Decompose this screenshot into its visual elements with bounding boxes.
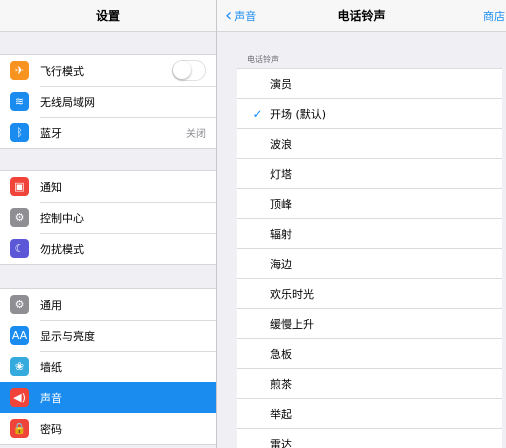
sidebar-item[interactable]: ▣ 通知 — [0, 171, 216, 202]
ringtone-name: 缓慢上升 — [270, 317, 314, 331]
ringtone-item[interactable]: 急板 — [237, 339, 502, 369]
do-not-disturb-icon: ☾ — [10, 239, 29, 258]
sidebar-title: 设置 — [95, 9, 120, 23]
sidebar-item-label: 控制中心 — [40, 211, 84, 225]
ringtone-item[interactable]: 海边 — [237, 249, 502, 279]
sidebar-item-label: 墙纸 — [40, 360, 62, 374]
sidebar-item[interactable]: AA 显示与亮度 — [0, 320, 216, 351]
ringtone-name: 海边 — [270, 257, 292, 271]
store-button[interactable]: 商店 — [483, 0, 505, 32]
sidebar-item[interactable]: ᛒ 蓝牙 关闭 — [0, 117, 216, 148]
sidebar-item-label: 飞行模式 — [40, 64, 84, 78]
sidebar-item[interactable]: ☾ 勿扰模式 — [0, 233, 216, 264]
ringtone-item[interactable]: 波浪 — [237, 129, 502, 159]
ringtone-name: 顶峰 — [270, 197, 292, 211]
ringtone-item[interactable]: 缓慢上升 — [237, 309, 502, 339]
ringtone-list: 演员 ✓ 开场 (默认) 波浪灯塔顶峰辐射海边欢乐时光缓慢上升急板煎茶举起雷达 — [237, 68, 502, 448]
ringtone-name: 煎茶 — [270, 377, 292, 391]
ringtone-item[interactable]: 顶峰 — [237, 189, 502, 219]
ringtone-header: ‹ 声音 电话铃声 商店 — [217, 0, 506, 32]
settings-group: ✈ 飞行模式 ≋ 无线局域网 ᛒ 蓝牙 关闭 — [0, 54, 216, 149]
back-label: 声音 — [234, 10, 257, 23]
wallpaper-icon: ❀ — [10, 357, 29, 376]
ringtone-name: 雷达 — [270, 437, 292, 448]
ringtone-item[interactable]: 辐射 — [237, 219, 502, 249]
checkmark-icon: ✓ — [252, 106, 263, 121]
ringtone-name: 辐射 — [270, 227, 292, 241]
ringtone-name: 开场 (默认) — [270, 107, 327, 121]
ringtone-item[interactable]: 煎茶 — [237, 369, 502, 399]
sidebar-item-label: 密码 — [40, 422, 62, 436]
ringtone-item[interactable]: 举起 — [237, 399, 502, 429]
ringtone-name: 灯塔 — [270, 167, 292, 181]
wifi-icon: ≋ — [10, 92, 29, 111]
settings-group: ⚙ 通用 AA 显示与亮度 ❀ 墙纸 ◀) 声音 🔒 密码 — [0, 288, 216, 445]
sidebar-item-label: 通知 — [40, 180, 62, 194]
airplane-icon: ✈ — [10, 61, 29, 80]
chevron-left-icon: ‹ — [225, 5, 233, 26]
sidebar-item[interactable]: ❀ 墙纸 — [0, 351, 216, 382]
sidebar-item[interactable]: ◀) 声音 — [0, 382, 216, 413]
control-center-icon: ⚙ — [10, 208, 29, 227]
sidebar-item-label: 勿扰模式 — [40, 242, 84, 256]
notifications-icon: ▣ — [10, 177, 29, 196]
sidebar-item-label: 蓝牙 — [40, 126, 62, 140]
ringtone-item[interactable]: 灯塔 — [237, 159, 502, 189]
ringtone-name: 演员 — [270, 77, 292, 91]
sidebar-item-label: 显示与亮度 — [40, 329, 95, 343]
sidebar-item-label: 无线局域网 — [40, 95, 95, 109]
ringtone-name: 举起 — [270, 407, 292, 421]
page-title: 电话铃声 — [337, 9, 386, 23]
sidebar-item-label: 声音 — [40, 391, 62, 405]
airplane-mode-toggle[interactable] — [172, 60, 206, 81]
sidebar-item[interactable]: 🔒 密码 — [0, 413, 216, 444]
sidebar-item[interactable]: ⚙ 控制中心 — [0, 202, 216, 233]
general-icon: ⚙ — [10, 295, 29, 314]
ringtone-item[interactable]: ✓ 开场 (默认) — [237, 99, 502, 129]
ringtone-item[interactable]: 欢乐时光 — [237, 279, 502, 309]
back-button[interactable]: ‹ 声音 — [225, 0, 256, 32]
ringtone-name: 波浪 — [270, 137, 292, 151]
ringtone-name: 急板 — [270, 347, 292, 361]
sidebar-item-label: 通用 — [40, 298, 62, 312]
sidebar-item-value: 关闭 — [186, 129, 206, 140]
sounds-icon: ◀) — [10, 388, 29, 407]
ringtone-pane: ‹ 声音 电话铃声 商店 电话铃声 演员 ✓ 开场 (默认) 波浪灯塔顶峰辐射海边欢乐… — [217, 0, 506, 448]
sidebar-item[interactable]: ≋ 无线局域网 — [0, 86, 216, 117]
bluetooth-icon: ᛒ — [10, 123, 29, 142]
settings-group: ▣ 通知 ⚙ 控制中心 ☾ 勿扰模式 — [0, 170, 216, 265]
display-brightness-icon: AA — [10, 326, 29, 345]
sidebar-item[interactable]: ⚙ 通用 — [0, 289, 216, 320]
passcode-icon: 🔒 — [10, 419, 29, 438]
sidebar-header: 设置 — [0, 0, 216, 32]
ringtone-item[interactable]: 雷达 — [237, 429, 502, 448]
section-label: 电话铃声 — [247, 55, 279, 64]
ringtone-name: 欢乐时光 — [270, 287, 314, 301]
settings-sidebar: 设置 ✈ 飞行模式 ≋ 无线局域网 ᛒ 蓝牙 关闭 ▣ 通知 ⚙ 控制中心 ☾ 勿扰模式 ⚙ 通用 AA 显示与… — [0, 0, 217, 448]
sidebar-item[interactable]: ✈ 飞行模式 — [0, 55, 216, 86]
ringtone-item[interactable]: 演员 — [237, 69, 502, 99]
